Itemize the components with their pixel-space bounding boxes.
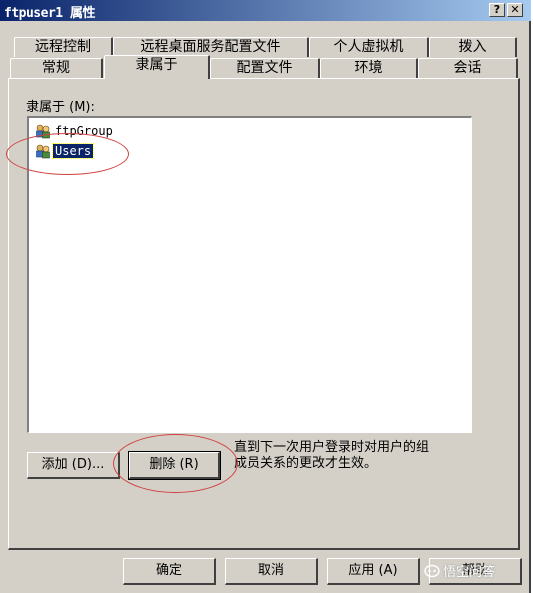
group-name: Users: [51, 142, 95, 159]
note-line-2: 成员关系的更改才生效。: [234, 456, 378, 471]
close-button[interactable]: ✕: [507, 3, 523, 17]
help-title-button[interactable]: ?: [489, 3, 505, 17]
cancel-button[interactable]: 取消: [225, 558, 318, 585]
remove-button[interactable]: 删除 (R): [128, 451, 221, 480]
group-icon: [36, 124, 50, 138]
ok-button[interactable]: 确定: [123, 558, 216, 585]
member-of-label: 隶属于 (M):: [26, 100, 95, 115]
add-button[interactable]: 添加 (D)...: [27, 452, 120, 479]
properties-dialog: ftpuser1 属性 ? ✕ 远程控制 远程桌面服务配置文件 个人虚拟机 拨入…: [0, 0, 531, 593]
tab-member-of[interactable]: 隶属于: [104, 55, 210, 79]
apply-button[interactable]: 应用 (A): [327, 558, 420, 585]
tab-environment[interactable]: 环境: [320, 58, 418, 78]
tab-dial-in[interactable]: 拨入: [429, 37, 517, 57]
group-icon: [36, 144, 50, 158]
watermark: 悟空问答: [424, 561, 495, 580]
tab-rds-profile[interactable]: 远程桌面服务配置文件: [113, 37, 309, 57]
groups-listbox[interactable]: ftpGroup Users: [27, 116, 472, 433]
membership-change-note: 直到下一次用户登录时对用户的组 成员关系的更改才生效。: [234, 440, 474, 472]
tab-general[interactable]: 常规: [10, 58, 103, 78]
window-title: ftpuser1 属性: [4, 6, 95, 21]
wukong-logo-icon: [424, 564, 440, 577]
tab-remote-control[interactable]: 远程控制: [14, 37, 113, 57]
tab-personal-vm[interactable]: 个人虚拟机: [309, 37, 429, 57]
list-item-users[interactable]: Users: [35, 142, 95, 159]
tab-profile[interactable]: 配置文件: [210, 58, 320, 78]
group-name: ftpGroup: [55, 123, 113, 138]
note-line-1: 直到下一次用户登录时对用户的组: [234, 440, 430, 455]
watermark-text: 悟空问答: [443, 565, 496, 580]
title-bar[interactable]: ftpuser1 属性 ? ✕: [0, 0, 531, 21]
list-item-ftpgroup[interactable]: ftpGroup: [35, 122, 115, 139]
tab-sessions[interactable]: 会话: [418, 58, 518, 78]
